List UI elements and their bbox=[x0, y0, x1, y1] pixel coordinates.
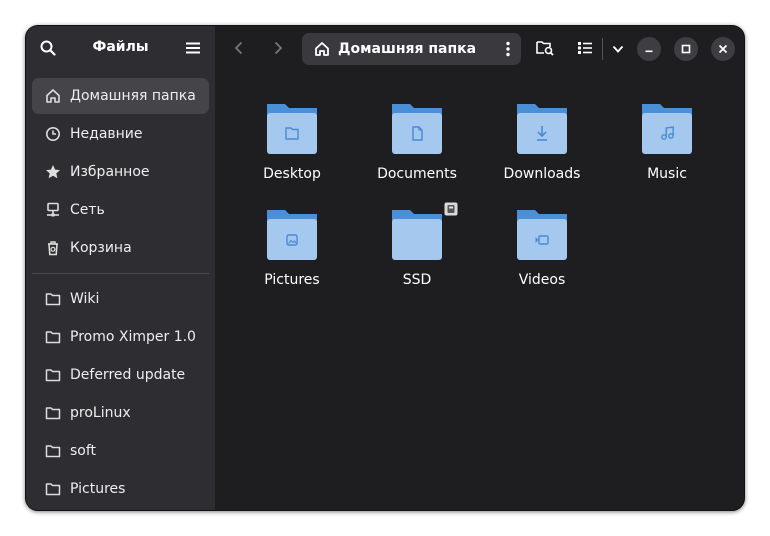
main-menu-button[interactable] bbox=[178, 33, 208, 63]
sidebar-item-network[interactable]: Сеть bbox=[32, 192, 209, 228]
sidebar-item-wiki[interactable]: Wiki bbox=[32, 281, 209, 317]
file-name: Desktop bbox=[263, 166, 321, 182]
folder-icon bbox=[45, 405, 61, 421]
folder-icon bbox=[45, 367, 61, 383]
search-in-folder-button[interactable] bbox=[530, 33, 560, 63]
sidebar-item-label: Deferred update bbox=[70, 367, 186, 383]
sidebar-item-label: Корзина bbox=[70, 240, 132, 256]
sidebar-item-soft[interactable]: soft bbox=[32, 433, 209, 469]
files-window: Файлы Домашняя папка Недавние Избранное … bbox=[25, 25, 745, 511]
file-item-downloads[interactable]: Downloads bbox=[487, 102, 597, 202]
file-item-desktop[interactable]: Desktop bbox=[237, 102, 347, 202]
sidebar-item-label: Pictures bbox=[70, 481, 126, 497]
back-button[interactable] bbox=[224, 33, 254, 63]
folder-icon bbox=[642, 104, 692, 154]
hamburger-menu-icon bbox=[186, 42, 200, 54]
sidebar-item-trash[interactable]: Корзина bbox=[32, 230, 209, 266]
file-name: Documents bbox=[377, 166, 457, 182]
minimize-button[interactable] bbox=[637, 37, 661, 61]
main-view: Домашняя папка Desktop Documents Downloa… bbox=[215, 26, 744, 510]
minimize-icon bbox=[645, 50, 653, 53]
clock-icon bbox=[45, 126, 61, 142]
vertical-dots-icon bbox=[506, 41, 510, 57]
sidebar-item-promo-ximper[interactable]: Promo Ximper 1.0 bbox=[32, 319, 209, 355]
star-icon bbox=[45, 164, 61, 180]
folder-icon bbox=[392, 104, 442, 154]
sidebar-item-home[interactable]: Домашняя папка bbox=[32, 78, 209, 114]
maximize-button[interactable] bbox=[674, 37, 698, 61]
folder-icon bbox=[392, 210, 442, 260]
trash-icon bbox=[45, 240, 61, 256]
sidebar-item-label: Promo Ximper 1.0 bbox=[70, 329, 196, 345]
sidebar-item-deferred-update[interactable]: Deferred update bbox=[32, 357, 209, 393]
folder-icon bbox=[45, 481, 61, 497]
sidebar-separator bbox=[32, 273, 209, 274]
view-options-dropdown[interactable] bbox=[606, 34, 630, 64]
list-view-icon bbox=[578, 42, 592, 54]
file-item-ssd[interactable]: SSD bbox=[362, 202, 472, 308]
file-item-videos[interactable]: Videos bbox=[487, 208, 597, 308]
sidebar-item-label: Избранное bbox=[70, 164, 150, 180]
path-menu-button[interactable] bbox=[505, 41, 511, 57]
chevron-right-icon bbox=[274, 41, 283, 55]
sidebar-item-label: soft bbox=[70, 443, 97, 459]
file-name: Downloads bbox=[503, 166, 581, 182]
network-icon bbox=[45, 202, 61, 218]
folder-icon bbox=[45, 291, 61, 307]
file-item-pictures[interactable]: Pictures bbox=[237, 208, 347, 308]
forward-button[interactable] bbox=[263, 33, 293, 63]
close-button[interactable] bbox=[711, 37, 735, 61]
path-bar[interactable]: Домашняя папка bbox=[302, 33, 521, 65]
home-icon bbox=[45, 88, 61, 104]
home-icon bbox=[314, 41, 330, 57]
sidebar-item-label: Wiki bbox=[70, 291, 100, 307]
sidebar-item-prolinux[interactable]: proLinux bbox=[32, 395, 209, 431]
sidebar: Файлы Домашняя папка Недавние Избранное … bbox=[26, 26, 215, 510]
sidebar-item-recent[interactable]: Недавние bbox=[32, 116, 209, 152]
folder-icon bbox=[267, 210, 317, 260]
file-item-music[interactable]: Music bbox=[612, 102, 722, 202]
chevron-left-icon bbox=[234, 41, 243, 55]
path-label: Домашняя папка bbox=[338, 41, 477, 57]
chevron-down-icon bbox=[612, 45, 624, 53]
close-icon bbox=[718, 44, 728, 54]
folder-icon bbox=[45, 329, 61, 345]
file-name: Music bbox=[647, 166, 687, 182]
sidebar-header: Файлы bbox=[26, 26, 215, 72]
sidebar-item-label: proLinux bbox=[70, 405, 131, 421]
sidebar-item-label: Сеть bbox=[70, 202, 105, 218]
drive-badge-icon bbox=[444, 202, 458, 216]
file-name: SSD bbox=[402, 272, 432, 288]
folder-icon bbox=[517, 104, 567, 154]
folder-icon bbox=[267, 104, 317, 154]
folder-icon bbox=[45, 443, 61, 459]
folder-icon bbox=[517, 210, 567, 260]
sidebar-item-label: Недавние bbox=[70, 126, 143, 142]
sidebar-item-starred[interactable]: Избранное bbox=[32, 154, 209, 190]
sidebar-item-pictures[interactable]: Pictures bbox=[32, 471, 209, 507]
maximize-icon bbox=[681, 44, 691, 54]
sidebar-item-label: Домашняя папка bbox=[70, 88, 196, 104]
view-split-divider bbox=[602, 38, 603, 60]
view-mode-button[interactable] bbox=[570, 33, 600, 63]
file-item-documents[interactable]: Documents bbox=[362, 102, 472, 202]
file-name: Pictures bbox=[264, 272, 320, 288]
folder-search-icon bbox=[536, 41, 554, 56]
file-name: Videos bbox=[518, 272, 566, 288]
